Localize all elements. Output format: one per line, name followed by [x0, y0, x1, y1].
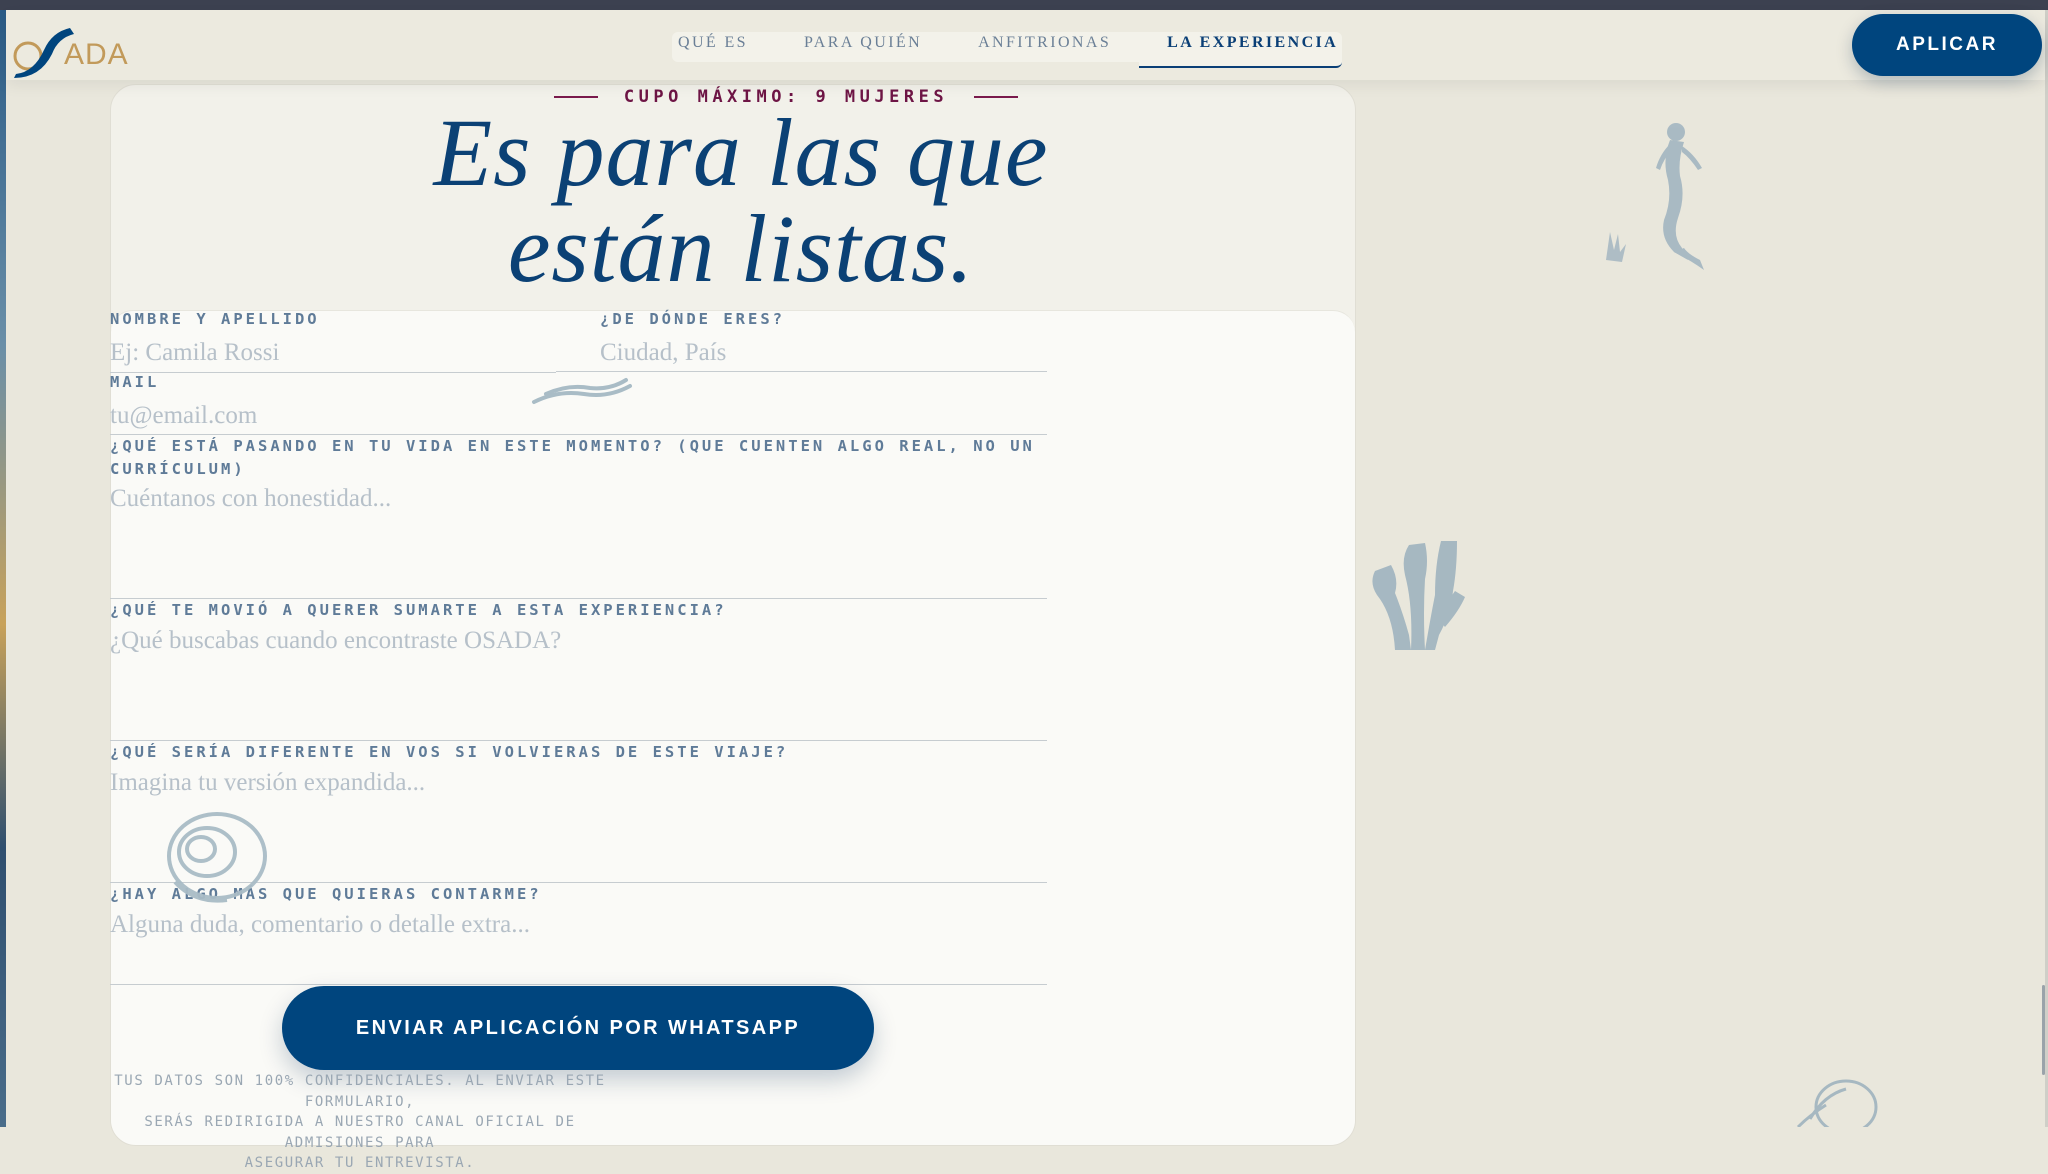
kicker-line-left — [553, 96, 598, 98]
apply-button[interactable]: APLICAR — [1852, 14, 2042, 76]
mermaid-illustration — [1606, 123, 1704, 270]
main-nav: QUÉ ES PARA QUIÉN ANFITRIONAS LA EXPERIE… — [672, 32, 1343, 76]
origin-input[interactable] — [600, 335, 1040, 371]
site-header: ADA QUÉ ES PARA QUIÉN ANFITRIONAS LA EXP… — [6, 10, 2045, 80]
coral-illustration — [1372, 541, 1465, 650]
origin-label: ¿DE DÓNDE ERES? — [600, 310, 785, 328]
nav-item-anfitrionas[interactable]: ANFITRIONAS — [950, 32, 1140, 62]
q1-textarea[interactable] — [110, 485, 1040, 595]
disclaimer-line-3: ASEGURAR TU ENTREVISTA. — [244, 1155, 476, 1171]
headline-line-1: Es para las que — [433, 99, 1049, 206]
osada-logo[interactable]: ADA — [8, 16, 148, 78]
name-label: NOMBRE Y APELLIDO — [110, 310, 320, 328]
mail-label: MAIL — [110, 373, 160, 391]
headline-line-2: están listas. — [507, 195, 975, 302]
q3-label: ¿QUÉ SERÍA DIFERENTE EN VOS SI VOLVIERAS… — [110, 743, 789, 761]
page-title: Es para las que están listas. — [321, 105, 1161, 297]
disclaimer-line-2: SERÁS REDIRIGIDA A NUESTRO CANAL OFICIAL… — [144, 1114, 576, 1151]
name-input[interactable] — [110, 335, 550, 371]
q1-label-line-2: CURRÍCULUM) — [110, 460, 246, 478]
kicker-line-right — [974, 96, 1019, 98]
scrollbar-thumb[interactable] — [2042, 985, 2045, 1075]
privacy-disclaimer: TUS DATOS SON 100% CONFIDENCIALES. AL EN… — [110, 1071, 610, 1174]
nav-item-la-experiencia[interactable]: LA EXPERIENCIA — [1139, 32, 1343, 68]
q4-textarea[interactable] — [110, 911, 1040, 981]
q2-label: ¿QUÉ TE MOVIÓ A QUERER SUMARTE A ESTA EX… — [110, 601, 727, 619]
q4-underline — [110, 984, 1047, 985]
svg-text:ADA: ADA — [64, 38, 129, 71]
q1-label-line-1: ¿QUÉ ESTÁ PASANDO EN TU VIDA EN ESTE MOM… — [110, 437, 1035, 455]
shell-illustration — [1796, 1079, 1878, 1127]
q2-textarea[interactable] — [110, 627, 1040, 737]
background-edge — [0, 10, 6, 1127]
submit-whatsapp-button[interactable]: ENVIAR APLICACIÓN POR WHATSAPP — [282, 986, 874, 1070]
disclaimer-line-1: TUS DATOS SON 100% CONFIDENCIALES. AL EN… — [114, 1073, 606, 1110]
wave-squiggle-illustration — [532, 378, 632, 404]
nav-item-que-es[interactable]: QUÉ ES — [672, 32, 776, 62]
q1-label: ¿QUÉ ESTÁ PASANDO EN TU VIDA EN ESTE MOM… — [110, 435, 1070, 481]
snail-shell-illustration — [167, 812, 267, 903]
name-underline — [110, 372, 556, 373]
nav-item-para-quien[interactable]: PARA QUIÉN — [775, 32, 951, 62]
window-top-bar — [0, 0, 2048, 10]
